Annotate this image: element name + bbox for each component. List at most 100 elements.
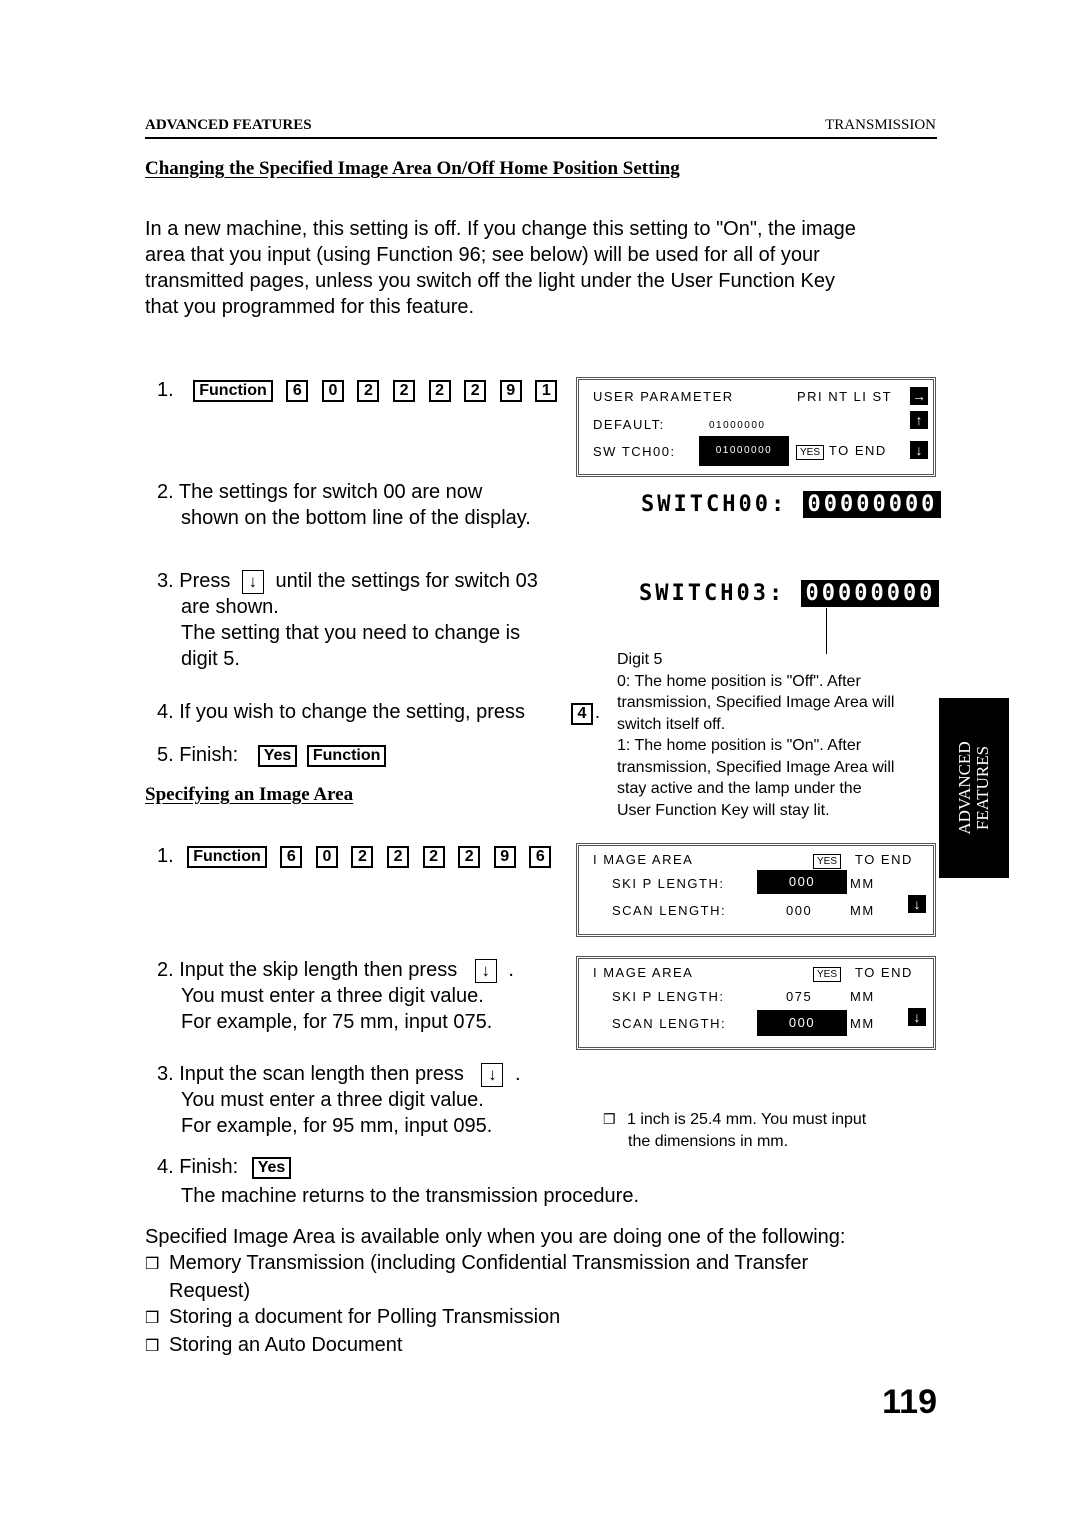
step-pre: 2. Input the skip length then press: [157, 959, 458, 981]
digit-key: 9: [499, 379, 522, 402]
side-tab-line: FEATURES: [973, 745, 992, 831]
checkbox-bullet-icon: ❒: [145, 1338, 160, 1355]
step3-line: are shown.: [181, 596, 279, 618]
step2-text: 2. The settings for switch 00 are now sh…: [157, 479, 531, 531]
section-title-home-position: Changing the Specified Image Area On/Off…: [145, 158, 680, 179]
s2-step4-result: The machine returns to the transmission …: [181, 1185, 639, 1207]
availability-section: Specified Image Area is available only w…: [145, 1224, 845, 1360]
section-title-image-area: Specifying an Image Area: [145, 784, 354, 805]
step4-text: 4. If you wish to change the setting, pr…: [157, 701, 525, 723]
intro-line: In a new machine, this setting is off. I…: [145, 218, 856, 240]
function-key: Function: [193, 379, 273, 402]
side-tab-line: ADVANCED: [955, 741, 974, 835]
digit5-note: Digit 5 0: The home position is "Off". A…: [617, 649, 894, 821]
s2-step4-finish: 4. Finish: Yes: [157, 1154, 299, 1180]
page-number: 119: [882, 1383, 937, 1421]
switch00-label: SWITCH00:: [641, 492, 788, 517]
availability-item: Storing an Auto Document: [169, 1334, 403, 1356]
header-chapter: TRANSMISSION: [825, 117, 936, 133]
step-line: You must enter a three digit value.: [181, 985, 484, 1007]
digit-key: 2: [351, 845, 374, 868]
digit5-pointer-line: [826, 608, 827, 654]
lcd-switch-label: SW TCH00:: [593, 444, 676, 459]
step-label: 4. Finish:: [157, 1156, 239, 1178]
arrow-down-icon: ↓: [908, 1008, 926, 1026]
lcd-scan-label: SCAN LENGTH:: [612, 903, 727, 918]
arrow-down-icon: ↓: [910, 441, 928, 459]
arrow-down-icon: ↓: [908, 895, 926, 913]
intro-line: transmitted pages, unless you switch off…: [145, 270, 835, 292]
mm-note: ❒ 1 inch is 25.4 mm. You must input the d…: [603, 1109, 866, 1152]
display-switch00: SWITCH00: 00000000: [641, 491, 942, 518]
lcd-skip-label: SKI P LENGTH:: [612, 989, 725, 1004]
step-number: 1.: [157, 845, 174, 867]
digit-key: 2: [458, 845, 481, 868]
digit-key: 2: [387, 845, 410, 868]
lcd-title: USER PARAMETER: [593, 389, 734, 404]
checkbox-bullet-icon: ❒: [145, 1256, 160, 1273]
step-post: .: [515, 1063, 521, 1085]
lcd-unit: MM: [850, 876, 875, 891]
step5-finish: 5. Finish: Yes Function: [157, 742, 394, 768]
arrow-down-key-icon: ↓: [481, 1062, 504, 1087]
lcd-scan-label: SCAN LENGTH:: [612, 1016, 727, 1031]
availability-item: Request): [169, 1280, 251, 1302]
step-line: For example, for 95 mm, input 095.: [181, 1115, 493, 1137]
lcd-unit: MM: [850, 989, 875, 1004]
side-tab-advanced-features: ADVANCED FEATURES: [939, 698, 1009, 878]
digit-key: 0: [315, 845, 338, 868]
step2-line: shown on the bottom line of the display.: [181, 507, 531, 529]
function-key: Function: [306, 744, 387, 767]
intro-paragraph: In a new machine, this setting is off. I…: [145, 216, 856, 320]
step3-line: digit 5.: [181, 648, 240, 670]
availability-intro: Specified Image Area is available only w…: [145, 1226, 846, 1248]
step5-label: 5. Finish:: [157, 744, 239, 766]
step-number: 1.: [157, 379, 174, 401]
switch00-value: 00000000: [803, 491, 942, 518]
arrow-up-icon: ↑: [910, 411, 928, 429]
step2-line: 2. The settings for switch 00 are now: [157, 481, 483, 503]
digit-key: 1: [535, 379, 558, 402]
lcd-skip-label: SKI P LENGTH:: [612, 876, 725, 891]
digit-key: 9: [493, 845, 516, 868]
yes-box: YES: [813, 854, 842, 869]
lcd-title: I MAGE AREA: [593, 965, 694, 980]
arrow-right-icon: →: [910, 387, 928, 405]
lcd-title: I MAGE AREA: [593, 852, 694, 867]
lcd-skip-value: 075: [786, 989, 813, 1004]
step4-dot: .: [595, 702, 601, 722]
note-line: Digit 5: [617, 651, 663, 668]
digit-key: 2: [357, 379, 380, 402]
digit-key: 2: [464, 379, 487, 402]
digit-key: 0: [321, 379, 344, 402]
lcd-scan-value: 000: [786, 903, 813, 918]
digit-key-4: 4: [571, 702, 593, 725]
header-rule: [145, 137, 937, 139]
yes-key: Yes: [251, 1156, 292, 1179]
digit-key: 2: [428, 379, 451, 402]
note-line: User Function Key will stay lit.: [617, 801, 830, 819]
digit-key: 2: [422, 845, 445, 868]
lcd-skip-value: 000: [757, 870, 847, 894]
lcd-switch-value: 01000000: [699, 436, 789, 466]
note-line: the dimensions in mm.: [628, 1132, 789, 1150]
arrow-down-key-icon: ↓: [241, 569, 264, 594]
digit-key: 6: [286, 379, 309, 402]
step3-post: until the settings for switch 03: [275, 570, 538, 592]
checkbox-bullet-icon: ❒: [603, 1111, 616, 1127]
step3-line: The setting that you need to change is: [181, 622, 521, 644]
lcd-to-end: TO END: [855, 852, 913, 867]
yes-key: Yes: [257, 744, 298, 767]
step1-key-sequence: 1. Function 6 0 2 2 2 2 9 1: [157, 377, 565, 403]
lcd-switch-value-box: 01000000: [699, 436, 789, 466]
step3-text: 3. Press ↓ until the settings for switch…: [157, 568, 538, 672]
lcd-default-value: 01000000: [709, 420, 766, 431]
digit-key: 6: [529, 845, 552, 868]
switch03-value: 00000000: [801, 580, 940, 607]
s2-step1-key-sequence: 1. Function 6 0 2 2 2 2 9 6: [157, 843, 559, 869]
step-line: For example, for 75 mm, input 075.: [181, 1011, 493, 1033]
arrow-down-key-icon: ↓: [474, 958, 497, 983]
step-pre: 3. Input the scan length then press: [157, 1063, 464, 1085]
lcd-image-area-skip: I MAGE AREA YES TO END SKI P LENGTH: 000…: [576, 843, 936, 937]
step3-pre: 3. Press: [157, 570, 231, 592]
